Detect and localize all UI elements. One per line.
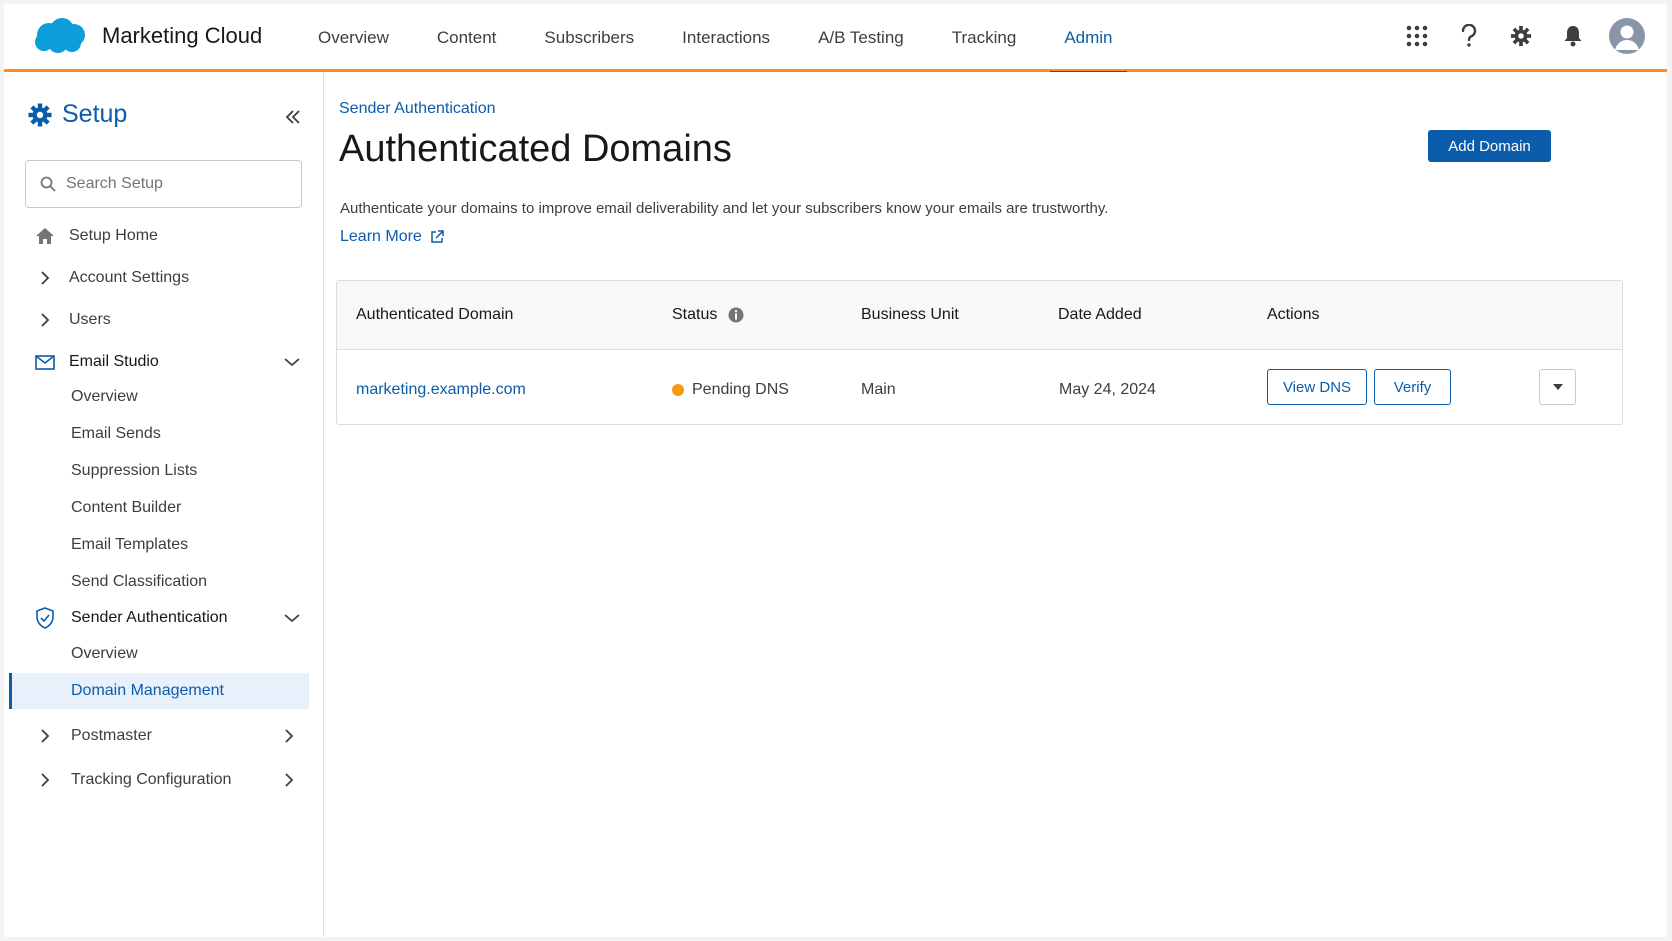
sidebar-item-label: Send Classification <box>71 573 208 590</box>
view-dns-button[interactable]: View DNS <box>1267 369 1367 405</box>
envelope-icon <box>34 351 56 373</box>
page-description: Authenticate your domains to improve ema… <box>340 200 1109 217</box>
sidebar-subitem-send-classification[interactable]: Send Classification <box>4 564 324 600</box>
sidebar-subitem-domain-management[interactable]: Domain Management <box>9 673 309 709</box>
setup-sidebar: Setup Search Setup Setup Home Account Se… <box>4 72 324 937</box>
sidebar-item-label: Users <box>69 311 111 328</box>
sidebar-subitem-email-overview[interactable]: Overview <box>4 379 324 415</box>
sidebar-item-label: Setup Home <box>69 227 158 244</box>
chevron-right-icon[interactable] <box>284 727 302 745</box>
sidebar-item-label: Domain Management <box>71 682 224 699</box>
sidebar-item-users[interactable]: Users <box>4 302 324 338</box>
domain-link[interactable]: marketing.example.com <box>356 381 526 399</box>
sidebar-item-sender-authentication[interactable]: Sender Authentication <box>4 600 324 636</box>
column-header-domain: Authenticated Domain <box>356 306 514 323</box>
gear-icon <box>28 103 52 126</box>
search-icon <box>40 176 56 192</box>
breadcrumb[interactable]: Sender Authentication <box>339 100 496 118</box>
tab-interactions[interactable]: Interactions <box>658 4 794 72</box>
table-header: Authenticated Domain Status Business Uni… <box>337 281 1622 350</box>
sidebar-subitem-email-templates[interactable]: Email Templates <box>4 527 324 563</box>
chevron-right-icon <box>34 309 56 331</box>
status-pending-icon <box>672 384 684 396</box>
date-added-cell: May 24, 2024 <box>1059 381 1156 398</box>
business-unit-cell: Main <box>861 381 896 398</box>
help-icon[interactable] <box>1451 18 1487 54</box>
app-launcher-icon[interactable] <box>1399 18 1435 54</box>
tab-tracking[interactable]: Tracking <box>928 4 1041 72</box>
sidebar-item-setup-home[interactable]: Setup Home <box>4 218 324 254</box>
main-content: Sender Authentication Authenticated Doma… <box>324 72 1667 937</box>
column-header-actions: Actions <box>1267 306 1320 323</box>
global-actions <box>1383 18 1645 54</box>
status-cell: Pending DNS <box>672 381 789 399</box>
app-title: Marketing Cloud <box>102 23 263 48</box>
setup-header: Setup <box>28 100 127 129</box>
tab-overview[interactable]: Overview <box>294 4 413 72</box>
page-title: Authenticated Domains <box>339 128 732 170</box>
sidebar-item-label: Email Studio <box>69 353 159 370</box>
home-icon <box>34 225 56 247</box>
sidebar-item-label: Email Templates <box>71 536 189 553</box>
domains-table: Authenticated Domain Status Business Uni… <box>336 280 1623 425</box>
sidebar-item-label: Email Sends <box>71 425 161 442</box>
info-icon[interactable] <box>728 307 744 323</box>
sidebar-item-label: Overview <box>71 645 138 662</box>
column-header-date-added: Date Added <box>1058 306 1142 323</box>
settings-icon[interactable] <box>1503 18 1539 54</box>
sidebar-item-email-studio[interactable]: Email Studio <box>4 344 324 380</box>
sidebar-item-postmaster[interactable]: Postmaster <box>4 718 324 754</box>
user-avatar-icon[interactable] <box>1609 18 1645 54</box>
status-badge: Pending DNS <box>692 381 789 398</box>
shield-check-icon <box>34 607 56 629</box>
salesforce-cloud-logo-icon <box>35 18 85 53</box>
chevron-right-icon <box>34 725 56 747</box>
chevron-right-icon <box>34 769 56 791</box>
brand[interactable]: Marketing Cloud <box>32 16 262 56</box>
collapse-sidebar-icon[interactable] <box>284 108 304 128</box>
add-domain-button[interactable]: Add Domain <box>1428 130 1551 162</box>
sidebar-subitem-sender-overview[interactable]: Overview <box>4 636 324 672</box>
app-window: Marketing Cloud Overview Content Subscri… <box>4 4 1667 937</box>
sidebar-subitem-email-sends[interactable]: Email Sends <box>4 416 324 452</box>
chevron-down-icon[interactable] <box>284 609 302 627</box>
column-header-status-label: Status <box>672 306 718 323</box>
sidebar-item-account-settings[interactable]: Account Settings <box>4 260 324 296</box>
tab-admin[interactable]: Admin <box>1040 4 1136 75</box>
sidebar-item-tracking-configuration[interactable]: Tracking Configuration <box>4 762 324 798</box>
top-navigation-bar: Marketing Cloud Overview Content Subscri… <box>4 4 1667 75</box>
tab-ab-testing[interactable]: A/B Testing <box>794 4 928 72</box>
chevron-right-icon <box>34 267 56 289</box>
sidebar-item-label: Account Settings <box>69 269 190 286</box>
search-setup-input[interactable]: Search Setup <box>25 160 302 208</box>
sidebar-subitem-suppression-lists[interactable]: Suppression Lists <box>4 453 324 489</box>
sidebar-item-label: Overview <box>71 388 138 405</box>
tab-subscribers[interactable]: Subscribers <box>520 4 658 72</box>
sidebar-item-label: Sender Authentication <box>71 609 228 626</box>
learn-more-label: Learn More <box>340 228 422 245</box>
chevron-right-icon[interactable] <box>284 771 302 789</box>
sidebar-item-label: Tracking Configuration <box>71 771 232 788</box>
sidebar-subitem-content-builder[interactable]: Content Builder <box>4 490 324 526</box>
column-header-business-unit: Business Unit <box>861 306 959 323</box>
sidebar-item-label: Content Builder <box>71 499 182 516</box>
external-link-icon <box>431 230 444 243</box>
learn-more-link[interactable]: Learn More <box>340 228 444 246</box>
notifications-bell-icon[interactable] <box>1555 18 1591 54</box>
nav-tabs: Overview Content Subscribers Interaction… <box>294 4 1137 75</box>
sidebar-title: Setup <box>62 100 128 128</box>
chevron-down-icon[interactable] <box>284 353 302 371</box>
verify-button[interactable]: Verify <box>1374 369 1451 405</box>
sidebar-item-label: Postmaster <box>71 727 152 744</box>
column-header-status: Status <box>672 306 744 324</box>
tab-content[interactable]: Content <box>413 4 521 72</box>
search-placeholder: Search Setup <box>66 175 163 192</box>
chevron-down-icon <box>1552 384 1563 390</box>
row-actions-menu[interactable] <box>1539 369 1576 405</box>
sidebar-item-label: Suppression Lists <box>71 462 198 479</box>
